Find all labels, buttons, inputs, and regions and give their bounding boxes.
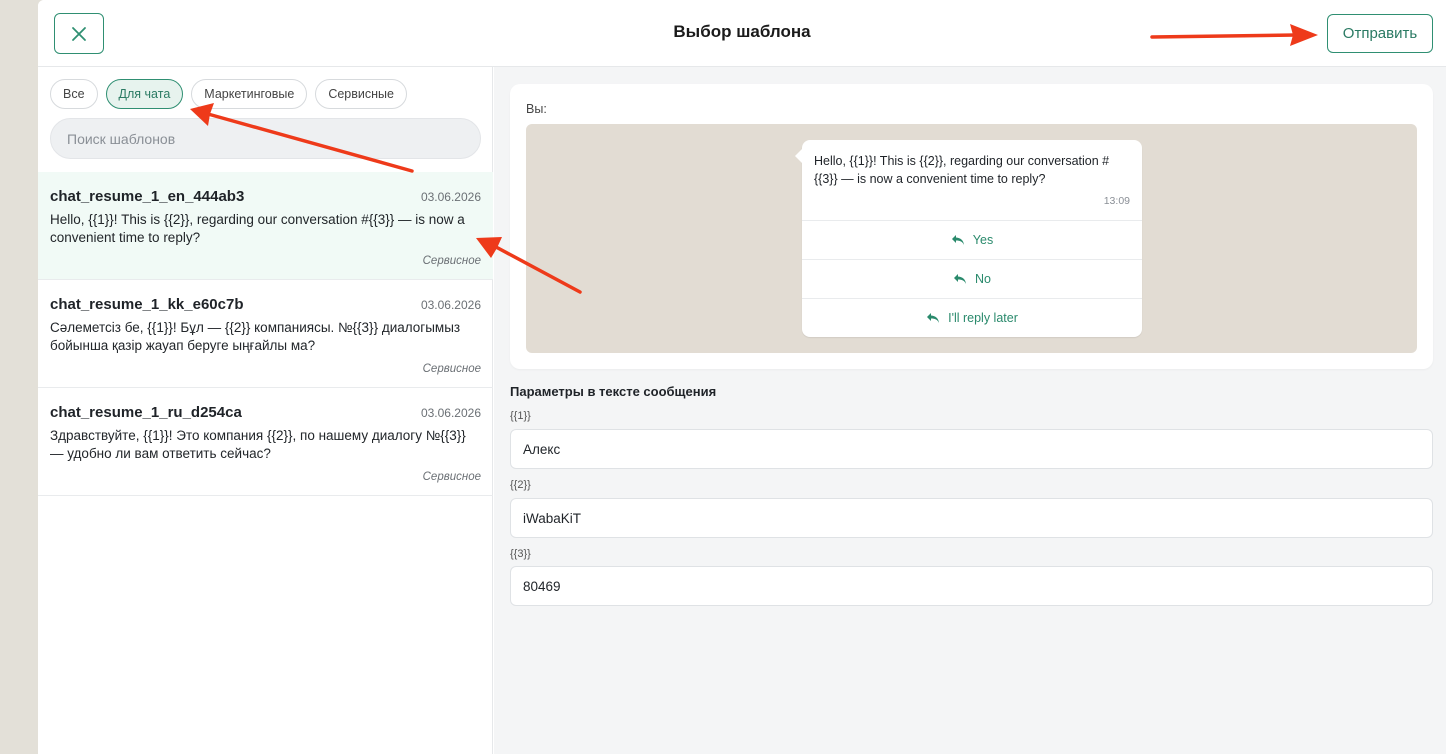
param-input-1[interactable] [510,429,1433,469]
param-label-2: {{2}} [510,479,531,491]
reply-icon [927,313,940,323]
template-name: chat_resume_1_kk_e60c7b [50,296,244,313]
template-item[interactable]: chat_resume_1_en_444ab3 03.06.2026 Hello… [38,172,493,280]
preview-card: Вы: Hello, {{1}}! This is {{2}}, regardi… [510,84,1433,369]
modal-title: Выбор шаблона [673,22,811,41]
param-input-2[interactable] [510,498,1433,538]
message-time: 13:09 [1103,195,1130,207]
quick-reply-label: Yes [972,233,994,247]
template-text: Hello, {{1}}! This is {{2}}, regarding o… [50,212,465,245]
template-item[interactable]: chat_resume_1_ru_d254ca 03.06.2026 Здрав… [38,388,493,496]
filter-chip-all[interactable]: Все [50,79,98,109]
param-input-3[interactable] [510,566,1433,606]
param-label-1: {{1}} [510,410,531,422]
filter-chip-marketing[interactable]: Маркетинговые [191,79,308,109]
template-text: Сәлеметсіз бе, {{1}}! Бұл — {{2}} компан… [50,320,461,353]
template-name: chat_resume_1_en_444ab3 [50,188,245,205]
filter-chips: Все Для чата Маркетинговые Сервисные [50,79,407,109]
template-category: Сервисное [422,471,481,483]
template-list: chat_resume_1_en_444ab3 03.06.2026 Hello… [38,172,493,496]
message-text: Hello, {{1}}! This is {{2}}, regarding o… [814,154,1110,186]
send-button[interactable]: Отправить [1327,14,1433,53]
bubble-tail [795,148,803,164]
quick-reply-label: I'll reply later [948,311,1018,325]
template-item[interactable]: chat_resume_1_kk_e60c7b 03.06.2026 Сәлем… [38,280,493,388]
quick-reply-label: No [975,272,991,286]
reply-icon [951,235,964,245]
template-date: 03.06.2026 [420,298,481,312]
reply-icon [954,274,966,284]
params-title: Параметры в тексте сообщения [510,384,717,399]
message-bubble: Hello, {{1}}! This is {{2}}, regarding o… [795,140,1142,337]
template-list-panel: Все Для чата Маркетинговые Сервисные cha… [38,67,493,754]
template-text: Здравствуйте, {{1}}! Это компания {{2}},… [50,428,466,461]
template-picker-modal: Выбор шаблона Отправить Все Для чата Мар… [38,0,1446,754]
template-preview-panel: Вы: Hello, {{1}}! This is {{2}}, regardi… [494,67,1446,754]
template-date: 03.06.2026 [420,190,481,204]
quick-reply-later[interactable]: I'll reply later [802,298,1142,337]
template-date: 03.06.2026 [420,406,481,420]
quick-reply-no[interactable]: No [802,259,1142,298]
modal-header: Выбор шаблона Отправить [38,0,1446,67]
template-category: Сервисное [422,363,481,375]
template-search-input[interactable] [50,118,481,159]
filter-chip-service[interactable]: Сервисные [315,79,407,109]
chat-background: Hello, {{1}}! This is {{2}}, regarding o… [526,124,1417,353]
sender-label: Вы: [526,102,547,116]
template-category: Сервисное [422,255,481,267]
quick-reply-yes[interactable]: Yes [802,220,1142,259]
param-label-3: {{3}} [510,548,531,560]
template-name: chat_resume_1_ru_d254ca [50,404,242,421]
filter-chip-chat[interactable]: Для чата [105,79,184,109]
